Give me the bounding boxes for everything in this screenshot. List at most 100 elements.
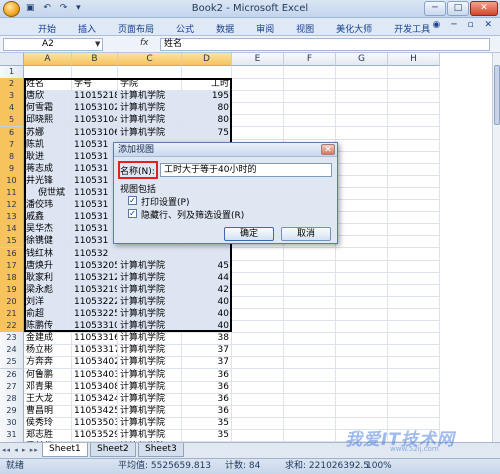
- table-cell[interactable]: 学号: [72, 78, 118, 92]
- table-cell[interactable]: [284, 78, 336, 92]
- row-header[interactable]: 19: [0, 283, 24, 297]
- table-cell[interactable]: 倪世斌: [24, 187, 72, 200]
- table-cell[interactable]: [388, 295, 440, 309]
- table-cell[interactable]: [388, 332, 440, 346]
- table-cell[interactable]: [72, 66, 118, 79]
- row-header[interactable]: 15: [0, 235, 24, 249]
- maximize-button[interactable]: □: [447, 1, 469, 16]
- table-cell[interactable]: [232, 66, 284, 79]
- table-cell[interactable]: 11053402: [72, 356, 118, 370]
- table-cell[interactable]: [232, 308, 284, 321]
- row-header[interactable]: 21: [0, 308, 24, 321]
- table-cell[interactable]: 36: [182, 368, 232, 382]
- table-cell[interactable]: 195: [182, 90, 232, 104]
- table-cell[interactable]: [336, 380, 388, 394]
- row-header[interactable]: 7: [0, 138, 24, 152]
- table-cell[interactable]: 110531: [72, 211, 118, 225]
- table-cell[interactable]: 金建成: [24, 332, 72, 346]
- table-cell[interactable]: [388, 283, 440, 297]
- row-header[interactable]: 4: [0, 102, 24, 116]
- table-cell[interactable]: 邱晓熙: [24, 114, 72, 128]
- table-cell[interactable]: [232, 259, 284, 273]
- table-cell[interactable]: 11053317: [72, 344, 118, 358]
- table-cell[interactable]: [284, 283, 336, 297]
- table-cell[interactable]: 计算机学院: [118, 356, 182, 370]
- table-cell[interactable]: [336, 344, 388, 358]
- ribbon-tab[interactable]: 开始: [30, 20, 64, 37]
- column-header[interactable]: F: [284, 53, 336, 66]
- table-cell[interactable]: [388, 392, 440, 406]
- table-cell[interactable]: [232, 332, 284, 346]
- table-cell[interactable]: 计算机学院: [118, 404, 182, 418]
- table-cell[interactable]: 11053225: [72, 308, 118, 321]
- table-cell[interactable]: [388, 259, 440, 273]
- sheet-nav-arrows[interactable]: ◂◂ ◂ ▸ ▸▸: [2, 446, 39, 454]
- table-cell[interactable]: [232, 90, 284, 104]
- table-cell[interactable]: 110531: [72, 199, 118, 213]
- table-cell[interactable]: 110531: [72, 162, 118, 176]
- row-header[interactable]: 10: [0, 174, 24, 188]
- table-cell[interactable]: 40: [182, 308, 232, 321]
- table-cell[interactable]: [336, 138, 388, 152]
- table-cell[interactable]: [284, 295, 336, 309]
- ribbon-tab[interactable]: 视图: [288, 20, 322, 37]
- table-cell[interactable]: 刘洋: [24, 295, 72, 309]
- table-cell[interactable]: [388, 138, 440, 152]
- table-cell[interactable]: [388, 162, 440, 176]
- table-cell[interactable]: [388, 150, 440, 164]
- table-cell[interactable]: [284, 320, 336, 334]
- table-cell[interactable]: 方奔奔: [24, 356, 72, 370]
- table-cell[interactable]: [284, 416, 336, 430]
- table-cell[interactable]: [232, 392, 284, 406]
- table-cell[interactable]: [232, 295, 284, 309]
- table-cell[interactable]: 蒋志成: [24, 162, 72, 176]
- close-button[interactable]: ✕: [470, 1, 498, 16]
- row-header[interactable]: 17: [0, 259, 24, 273]
- column-header[interactable]: G: [336, 53, 388, 66]
- table-cell[interactable]: 11053106: [72, 126, 118, 140]
- table-cell[interactable]: 11053529: [72, 429, 118, 442]
- table-cell[interactable]: [336, 102, 388, 116]
- table-cell[interactable]: [232, 380, 284, 394]
- table-cell[interactable]: 36: [182, 392, 232, 406]
- row-header[interactable]: 16: [0, 247, 24, 261]
- name-box[interactable]: A2: [3, 38, 103, 51]
- formula-input[interactable]: 姓名: [160, 38, 490, 51]
- table-cell[interactable]: [388, 320, 440, 334]
- table-cell[interactable]: [336, 114, 388, 128]
- table-cell[interactable]: [336, 271, 388, 285]
- table-cell[interactable]: 学院: [118, 78, 182, 92]
- ok-button[interactable]: 确定: [224, 227, 274, 241]
- column-header[interactable]: D: [182, 53, 232, 66]
- table-cell[interactable]: [388, 344, 440, 358]
- hidden-settings-checkbox[interactable]: ✓: [128, 209, 137, 218]
- zoom-level[interactable]: 100%: [366, 459, 392, 474]
- column-header[interactable]: H: [388, 53, 440, 66]
- table-cell[interactable]: [284, 247, 336, 261]
- table-cell[interactable]: 曹昌明: [24, 404, 72, 418]
- table-cell[interactable]: [388, 90, 440, 104]
- table-cell[interactable]: [336, 126, 388, 140]
- table-cell[interactable]: [388, 271, 440, 285]
- table-cell[interactable]: 姓名: [24, 78, 72, 92]
- table-cell[interactable]: [232, 416, 284, 430]
- table-cell[interactable]: [336, 235, 388, 249]
- table-cell[interactable]: 36: [182, 404, 232, 418]
- ribbon-tab[interactable]: 公式: [168, 20, 202, 37]
- ribbon-tab[interactable]: 数据: [208, 20, 242, 37]
- column-header[interactable]: B: [72, 53, 118, 66]
- row-header[interactable]: 28: [0, 392, 24, 406]
- table-cell[interactable]: [232, 283, 284, 297]
- table-cell[interactable]: 吴华杰: [24, 223, 72, 237]
- table-cell[interactable]: [336, 332, 388, 346]
- sheet-tab[interactable]: Sheet2: [90, 443, 136, 457]
- table-cell[interactable]: 110531: [72, 235, 118, 249]
- table-cell[interactable]: [182, 66, 232, 79]
- table-cell[interactable]: 何鲁鹏: [24, 368, 72, 382]
- row-header[interactable]: 23: [0, 332, 24, 346]
- table-cell[interactable]: [336, 187, 388, 200]
- table-cell[interactable]: 邓青果: [24, 380, 72, 394]
- table-cell[interactable]: 耿家利: [24, 271, 72, 285]
- column-header[interactable]: E: [232, 53, 284, 66]
- table-cell[interactable]: [232, 247, 284, 261]
